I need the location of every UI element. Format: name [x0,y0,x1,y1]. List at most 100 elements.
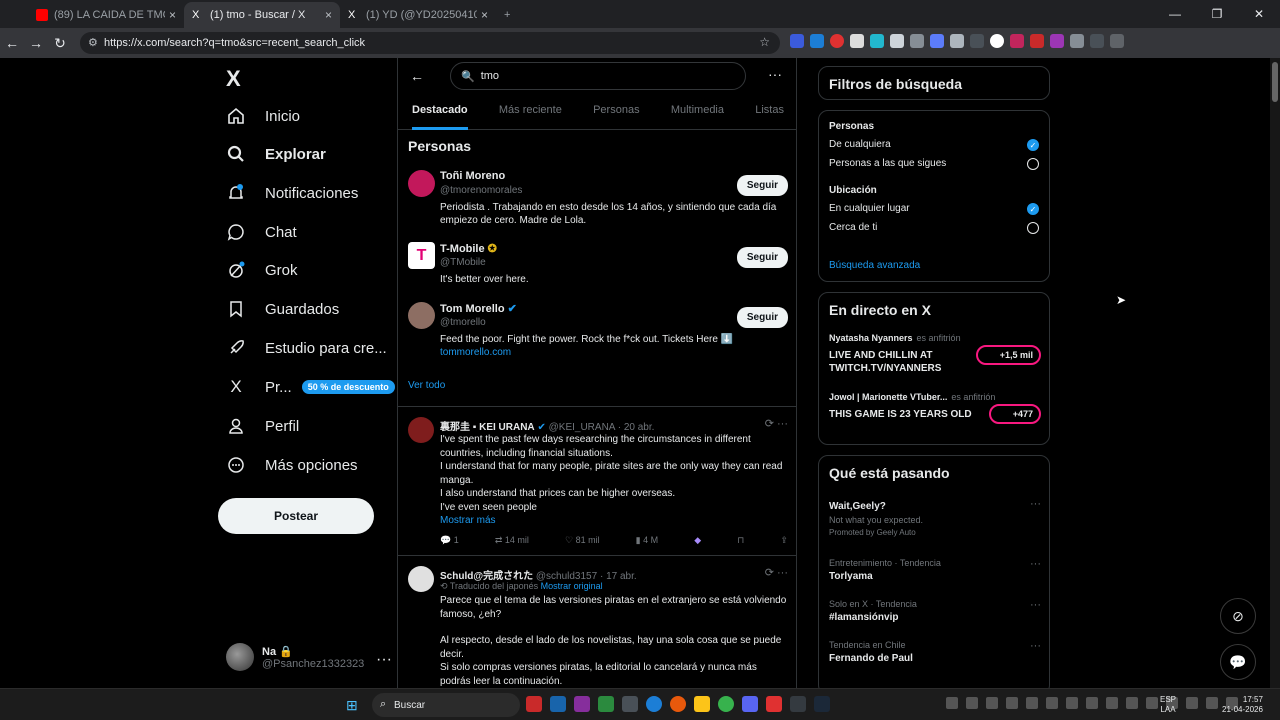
nav-creator-studio[interactable]: Estudio para cre... [226,333,387,363]
share-icon[interactable]: ⇪ [780,535,788,546]
bookmark-icon[interactable]: ⊓ [737,535,744,546]
extension-icon[interactable] [830,34,844,48]
tray-icon[interactable] [1006,697,1018,709]
tray-icon[interactable] [1126,697,1138,709]
tray-icon[interactable] [1146,697,1158,709]
extension-icon[interactable] [810,34,824,48]
back-icon[interactable]: ← [0,35,24,51]
reply-button[interactable]: 💬 1 [440,535,459,546]
radio-anywhere[interactable]: ✓ [1027,203,1039,215]
extension-icon[interactable] [910,34,924,48]
extension-icon[interactable] [1010,34,1024,48]
extension-icon[interactable] [790,34,804,48]
firefox-icon[interactable] [670,696,686,712]
tray-icon[interactable] [1106,697,1118,709]
tweet[interactable]: Schuld@完成された @schuld3157 · 17 abr. ⟳ ···… [398,555,796,688]
nav-profile[interactable]: Perfil [226,411,299,441]
trend-item[interactable]: Entretenimiento · Tendencia Torlyama ··· [829,558,1041,582]
browser-tab-search[interactable]: X (1) tmo - Buscar / X × [184,2,340,28]
show-more-link[interactable]: Mostrar más [440,514,788,528]
trend-item[interactable]: Tendencia en Chile Fernando de Paul ··· [829,640,1041,664]
follow-button[interactable]: Seguir [736,247,788,268]
close-tab-icon[interactable]: × [481,8,488,22]
extensions-puzzle-icon[interactable] [1110,34,1124,48]
follow-button[interactable]: Seguir [736,175,788,196]
listeners-pill[interactable]: +477 [988,404,1041,424]
extension-icon[interactable] [1050,34,1064,48]
nav-bookmarks[interactable]: Guardados [226,294,339,324]
forward-icon[interactable]: → [24,35,48,51]
tweet-options-icon[interactable]: ⟳ ··· [765,566,788,579]
tray-icon[interactable] [986,697,998,709]
nav-grok[interactable]: Grok [226,255,298,285]
more-dots-icon[interactable]: ··· [1030,498,1041,510]
nav-home[interactable]: Inicio [226,101,300,131]
person-card[interactable]: T T-Mobile ✪ @TMobile It's better over h… [408,242,788,292]
site-info-icon[interactable]: ⚙ [88,36,98,49]
extension-icon[interactable] [930,34,944,48]
tweet-options-icon[interactable]: ⟳ ··· [765,417,788,430]
new-tab-button[interactable]: + [496,2,520,28]
person-card[interactable]: Tom Morello ✔ @tmorello Feed the poor. F… [408,302,788,362]
advanced-search-link[interactable]: Búsqueda avanzada [829,260,920,271]
search-input[interactable]: 🔍 tmo [450,62,746,90]
extension-icon[interactable] [1090,34,1104,48]
tray-icon[interactable] [1026,697,1038,709]
extension-icon[interactable] [970,34,984,48]
tray-icon[interactable] [1186,697,1198,709]
repost-button[interactable]: ⇄ 14 mil [495,535,529,546]
profile-link[interactable]: tommorello.com [440,346,786,359]
app-icon[interactable] [574,696,590,712]
nav-explore[interactable]: Explorar [226,139,326,169]
close-icon[interactable]: ✕ [1238,7,1280,21]
app-icon[interactable] [766,696,782,712]
post-button[interactable]: Postear [218,498,374,534]
person-card[interactable]: Toñi Moreno @tmorenomorales Periodista .… [408,170,788,230]
minimize-icon[interactable]: — [1154,7,1196,21]
chat-fab-icon[interactable]: 💬 [1220,644,1256,680]
language-indicator[interactable]: ESP LAA [1160,695,1176,715]
more-dots-icon[interactable]: ··· [376,651,392,669]
bookmark-star-icon[interactable]: ☆ [759,35,770,49]
close-tab-icon[interactable]: × [169,8,176,22]
tray-icon[interactable] [1066,697,1078,709]
tab-latest[interactable]: Más reciente [499,98,562,130]
radio-near-you[interactable] [1027,222,1039,234]
close-tab-icon[interactable]: × [325,8,332,22]
steam-icon[interactable] [814,696,830,712]
show-original-link[interactable]: Mostrar original [541,581,603,591]
grok-fab-icon[interactable]: ⊘ [1220,598,1256,634]
grok-icon[interactable]: ◆ [694,535,701,546]
browser-tab-profile[interactable]: X(1) YD (@YD20250410) / X× [340,2,496,28]
promoted-trend[interactable]: Wait,Geely? Not what you expected. Promo… [829,498,1041,537]
nav-more-options[interactable]: Más opciones [226,450,358,480]
views-button[interactable]: ▮ 4 M [636,535,658,546]
page-scrollbar[interactable] [1270,58,1280,688]
app-icon[interactable] [622,696,638,712]
extension-icon[interactable] [890,34,904,48]
radio-anyone[interactable]: ✓ [1027,139,1039,151]
tray-icon[interactable] [946,697,958,709]
nav-premium[interactable]: X Pr... 50 % de descuento [226,372,395,402]
more-dots-icon[interactable]: ··· [1030,599,1041,611]
more-dots-icon[interactable]: ··· [1030,640,1041,652]
listeners-pill[interactable]: +1,5 mil [975,345,1041,365]
tab-people[interactable]: Personas [593,98,639,130]
discord-icon[interactable] [742,696,758,712]
folder-icon[interactable] [694,696,710,712]
scrollbar-thumb[interactable] [1272,62,1278,102]
extension-icon[interactable] [1030,34,1044,48]
app-icon[interactable] [526,696,542,712]
radio-people-you-follow[interactable] [1027,158,1039,170]
maximize-icon[interactable]: ❐ [1196,7,1238,21]
clock[interactable]: 17:57 21-04-2026 [1222,695,1263,715]
tray-icon[interactable] [1046,697,1058,709]
tab-top[interactable]: Destacado [412,98,468,130]
tray-icon[interactable] [1086,697,1098,709]
extension-icon[interactable] [1070,34,1084,48]
more-dots-icon[interactable]: ··· [768,66,782,82]
trend-item[interactable]: Solo en X · Tendencia #lamansiónvip ··· [829,599,1041,623]
taskbar-search[interactable]: ⌕ Buscar [372,693,520,717]
tray-icon[interactable] [966,697,978,709]
live-space-item[interactable]: Nyatasha Nyanners es anfitrión LIVE AND C… [829,333,1041,375]
